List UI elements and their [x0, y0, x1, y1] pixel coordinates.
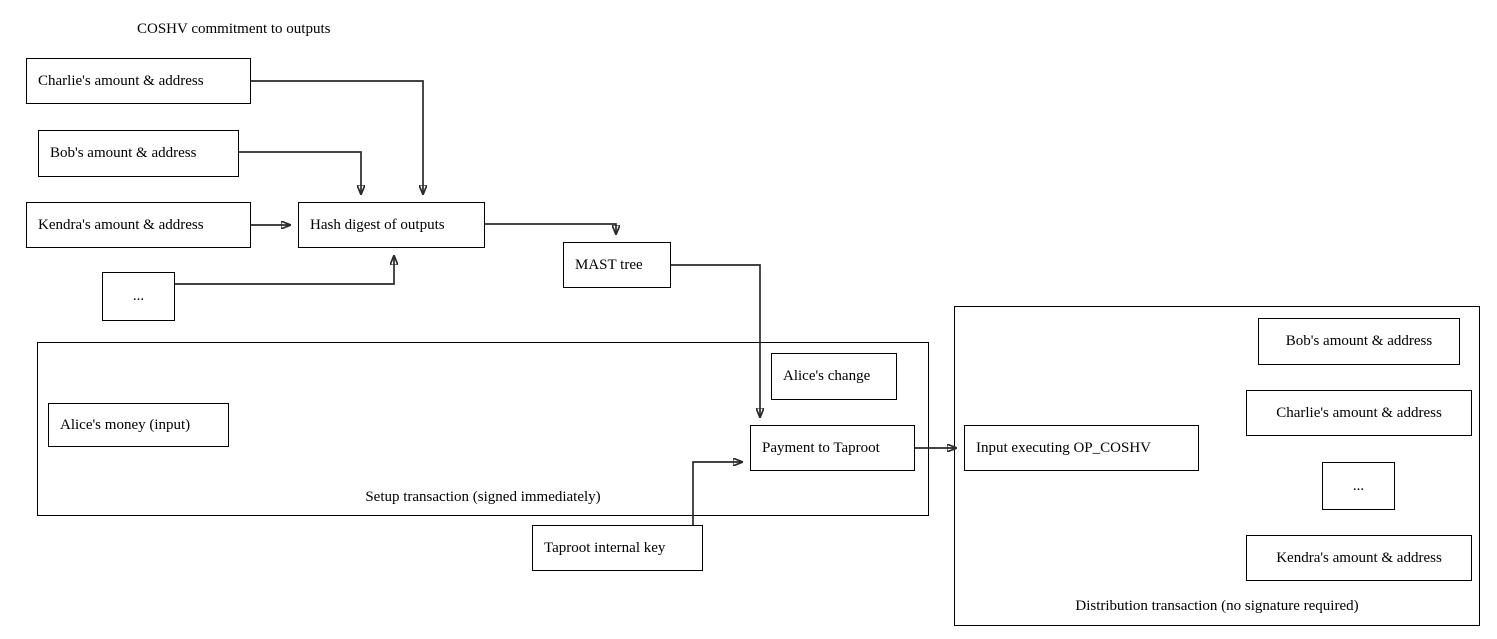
node-alices-change[interactable]: Alice's change	[771, 353, 897, 400]
node-bob-output[interactable]: Bob's amount & address	[38, 130, 239, 177]
node-charlie-output-label: Charlie's amount & address	[38, 72, 204, 89]
edge-hash-to-mast	[485, 223, 616, 234]
node-dist-ellipsis-output-label: ...	[1352, 477, 1365, 494]
node-bob-output-label: Bob's amount & address	[50, 145, 197, 161]
edge-ellipsis-to-hash	[175, 256, 394, 285]
node-mast-tree-label: MAST tree	[575, 256, 643, 273]
node-hash-digest[interactable]: Hash digest of outputs	[298, 202, 485, 248]
node-kendra-output-label: Kendra's amount & address	[38, 216, 204, 233]
node-ellipsis-output-label: ...	[132, 288, 145, 304]
node-charlie-output[interactable]: Charlie's amount & address	[26, 58, 251, 104]
node-input-executing-opcoshv-label: Input executing OP_COSHV	[976, 439, 1151, 456]
diagram-canvas: COSHV commitment to outputs Setup transa…	[0, 0, 1497, 639]
edge-charlie-to-hash	[251, 80, 423, 194]
node-input-executing-opcoshv[interactable]: Input executing OP_COSHV	[964, 425, 1199, 471]
node-kendra-output[interactable]: Kendra's amount & address	[26, 202, 251, 248]
node-dist-kendra-output[interactable]: Kendra's amount & address	[1246, 535, 1472, 581]
node-alices-change-label: Alice's change	[783, 368, 871, 384]
edge-bob-to-hash	[239, 151, 361, 194]
setup-transaction-label: Setup transaction (signed immediately)	[365, 489, 601, 505]
node-alice-money-label: Alice's money (input)	[60, 416, 191, 433]
node-dist-charlie-output-label: Charlie's amount & address	[1276, 404, 1442, 421]
node-alice-money[interactable]: Alice's money (input)	[48, 403, 229, 447]
node-dist-bob-output-label: Bob's amount & address	[1285, 333, 1433, 349]
node-mast-tree[interactable]: MAST tree	[563, 242, 671, 288]
node-ellipsis-output[interactable]: ...	[102, 272, 175, 321]
node-dist-ellipsis-output[interactable]: ...	[1322, 462, 1395, 510]
node-dist-bob-output[interactable]: Bob's amount & address	[1258, 318, 1460, 365]
node-dist-charlie-output[interactable]: Charlie's amount & address	[1246, 390, 1472, 436]
node-taproot-internal-key[interactable]: Taproot internal key	[532, 525, 703, 571]
node-dist-kendra-output-label: Kendra's amount & address	[1276, 549, 1442, 566]
node-payment-to-taproot[interactable]: Payment to Taproot	[750, 425, 915, 471]
node-taproot-internal-key-label: Taproot internal key	[544, 539, 666, 556]
node-hash-digest-label: Hash digest of outputs	[310, 216, 445, 233]
distribution-transaction-label: Distribution transaction (no signature r…	[1075, 598, 1359, 614]
node-payment-to-taproot-label: Payment to Taproot	[762, 439, 880, 456]
diagram-title: COSHV commitment to outputs	[137, 21, 331, 37]
